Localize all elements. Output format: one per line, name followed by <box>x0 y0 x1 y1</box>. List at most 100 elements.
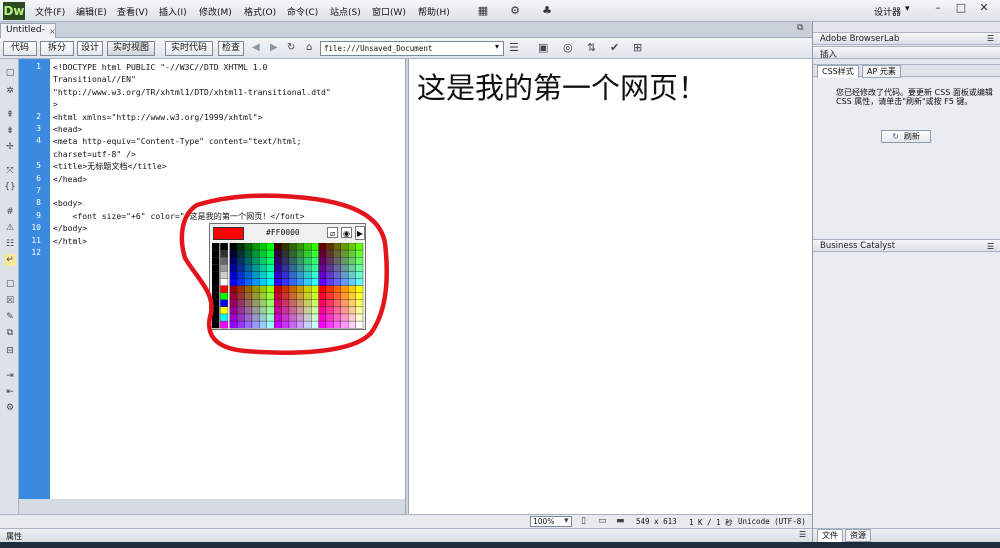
line-number: 11 <box>31 235 41 245</box>
insert-panel-header[interactable]: 插入 <box>813 46 1000 60</box>
code-line: <title>无标题文档</title> <box>53 161 167 172</box>
workspace-switcher[interactable]: 设计器 <box>874 5 901 18</box>
menu-format[interactable]: 格式(O) <box>244 5 276 18</box>
properties-panel-header[interactable]: 属性 ☰ <box>0 528 812 542</box>
design-view[interactable]: 这是我的第一个网页！ <box>409 59 814 514</box>
line-number: 1 <box>36 62 41 71</box>
code-line: </body> <box>53 223 88 234</box>
chevron-down-icon[interactable]: ▾ <box>905 4 910 14</box>
code-line: Transitional//EN" <box>53 74 136 85</box>
wrap-tag-icon[interactable]: ✎ <box>4 311 16 323</box>
line-number: 10 <box>31 223 41 233</box>
menu-insert[interactable]: 插入(I) <box>159 5 187 18</box>
code-line: charset=utf-8" /> <box>53 148 136 159</box>
minimize-button[interactable]: – <box>928 1 948 15</box>
color-swatch-grid[interactable] <box>212 243 365 329</box>
forward-icon[interactable]: ▶ <box>270 42 278 53</box>
menu-edit[interactable]: 编辑(E) <box>76 5 107 18</box>
file-management-icon[interactable]: ⇅ <box>587 41 596 54</box>
design-page-text: 这是我的第一个网页！ <box>417 71 708 105</box>
document-tab[interactable]: Untitled-1* × <box>0 23 56 48</box>
panel-menu-icon[interactable]: ☰ <box>799 530 806 539</box>
site-icon[interactable]: ♣ <box>534 3 560 19</box>
default-color-icon[interactable]: ⧄ <box>327 227 338 238</box>
layout-icon[interactable]: ▦ <box>470 3 496 19</box>
address-bar[interactable]: file:///Unsaved_Document <box>320 41 504 56</box>
multiscreen-icon[interactable]: ▣ <box>538 41 548 54</box>
outdent-icon[interactable]: ⇤ <box>4 386 16 398</box>
panel-menu-icon[interactable]: ☰ <box>987 34 994 43</box>
maximize-button[interactable]: □ <box>951 1 971 15</box>
menu-view[interactable]: 查看(V) <box>117 5 148 18</box>
view-options-icon[interactable]: ☰ <box>509 41 519 54</box>
menu-window[interactable]: 窗口(W) <box>372 5 406 18</box>
apply-comment-icon[interactable]: ☐ <box>4 279 16 291</box>
highlight-invalid-icon[interactable]: ⚠ <box>4 222 16 234</box>
home-icon[interactable]: ⌂ <box>306 42 312 53</box>
menu-modify[interactable]: 修改(M) <box>199 5 232 18</box>
tablet-size-icon[interactable]: ▭ <box>598 516 607 526</box>
menu-help[interactable]: 帮助(H) <box>418 5 450 18</box>
code-line: <body> <box>53 198 83 209</box>
close-tab-icon[interactable]: × <box>49 25 56 38</box>
split-view-button[interactable]: 拆分 <box>40 41 74 56</box>
tab-ap-elements[interactable]: AP 元素 <box>862 65 901 78</box>
browserlab-panel-header[interactable]: Adobe BrowserLab <box>813 32 1000 45</box>
desktop-size-icon[interactable]: ▬ <box>616 516 625 526</box>
business-catalyst-panel-header[interactable]: Business Catalyst <box>813 239 1000 252</box>
browser-preview-icon[interactable]: ◎ <box>563 41 573 54</box>
expand-all-icon[interactable]: ⇟ <box>4 125 16 137</box>
w3c-validation-icon[interactable]: ✔ <box>610 41 619 54</box>
code-line: <meta http-equiv="Content-Type" content=… <box>53 136 302 147</box>
menu-file[interactable]: 文件(F) <box>35 5 65 18</box>
menu-site[interactable]: 站点(S) <box>330 5 361 18</box>
window-size[interactable]: 549 x 613 <box>636 517 677 526</box>
tab-files[interactable]: 文件 <box>817 529 843 542</box>
menu-commands[interactable]: 命令(C) <box>287 5 318 18</box>
move-css-icon[interactable]: ⊟ <box>4 345 16 357</box>
remove-comment-icon[interactable]: ☒ <box>4 295 16 307</box>
tab-css-styles[interactable]: CSS样式 <box>817 65 859 78</box>
system-color-picker-icon[interactable]: ◉ <box>341 227 352 238</box>
code-line: </html> <box>53 235 88 246</box>
coding-toolbar: ▢ ✲ ⇞ ⇟ ✢ ⤧ {} # ⚠ ☷ ↵ ☐ ☒ ✎ ⧉ ⊟ ⇥ ⇤ ⚙ <box>0 59 19 514</box>
collapse-selection-icon[interactable]: ⇞ <box>4 109 16 121</box>
visual-aids-icon[interactable]: ⊞ <box>633 41 642 54</box>
syntax-error-icon[interactable]: ☷ <box>4 238 16 250</box>
mobile-size-icon[interactable]: ▯ <box>581 516 586 526</box>
open-documents-icon[interactable]: ▢ <box>4 67 16 79</box>
refresh-button[interactable]: ↻ 刷新 <box>881 130 931 143</box>
braces-icon[interactable]: {} <box>4 181 16 193</box>
business-catalyst-title: Business Catalyst <box>820 241 896 251</box>
balance-braces-icon[interactable]: ⤧ <box>4 165 16 177</box>
word-wrap-icon[interactable]: ↵ <box>4 254 16 266</box>
select-parent-tag-icon[interactable]: ✢ <box>4 141 16 153</box>
files-assets-tabs: 文件 资源 <box>813 528 1000 542</box>
tab-assets[interactable]: 资源 <box>845 529 871 542</box>
encoding: Unicode (UTF-8) <box>738 517 806 526</box>
download-size: 1 K / 1 秒 <box>689 518 733 527</box>
palette-menu-arrow[interactable]: ▶ <box>355 226 365 240</box>
format-source-icon[interactable]: ⚙ <box>4 402 16 414</box>
business-catalyst-panel <box>813 253 1000 528</box>
inspect-button[interactable]: 检查 <box>218 41 244 56</box>
restore-icon[interactable]: ⧉ <box>797 23 803 33</box>
chevron-down-icon[interactable]: ▾ <box>564 516 569 526</box>
refresh-icon[interactable]: ↻ <box>287 42 295 53</box>
chevron-down-icon[interactable]: ▾ <box>495 42 499 51</box>
extend-gear-icon[interactable]: ⚙ <box>502 3 528 19</box>
close-button[interactable]: ✕ <box>974 1 994 15</box>
line-number: 9 <box>36 210 41 220</box>
code-view-button[interactable]: 代码 <box>3 41 37 56</box>
live-code-button[interactable]: 实时代码 <box>165 41 213 56</box>
recent-snippets-icon[interactable]: ⧉ <box>4 327 16 339</box>
panel-menu-icon[interactable]: ☰ <box>987 242 994 251</box>
indent-icon[interactable]: ⇥ <box>4 370 16 382</box>
back-icon[interactable]: ◀ <box>252 42 260 53</box>
line-numbers-icon[interactable]: # <box>4 206 16 218</box>
design-view-button[interactable]: 设计 <box>77 41 103 56</box>
collapse-tag-icon[interactable]: ✲ <box>4 85 16 97</box>
css-panel-tabs: CSS样式 AP 元素 <box>813 64 1000 78</box>
live-view-button[interactable]: 实时视图 <box>107 41 155 56</box>
code-line: <html xmlns="http://www.w3.org/1999/xhtm… <box>53 111 263 122</box>
